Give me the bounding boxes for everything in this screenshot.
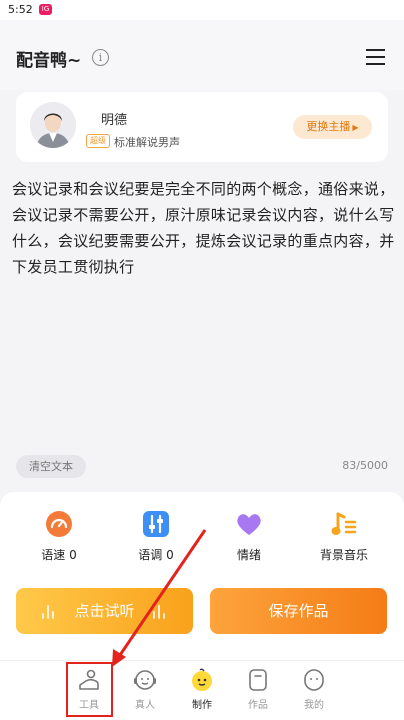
- tone-control[interactable]: 语调 0: [111, 510, 201, 563]
- app-title: 配音鸭~: [16, 51, 82, 71]
- voice-tier-badge: 超级: [86, 134, 110, 148]
- status-time: 5:52: [8, 3, 33, 16]
- clear-text-button[interactable]: 清空文本: [16, 455, 86, 478]
- text-editor[interactable]: 会议记录和会议纪要是完全不同的两个概念，通俗来说，会议记录不需要公开，原汁原味记…: [0, 162, 404, 492]
- voice-avatar: [30, 102, 76, 148]
- status-bar: 5:52 IG: [0, 0, 404, 20]
- speed-label: 语速 0: [41, 548, 77, 562]
- menu-icon[interactable]: [366, 49, 385, 65]
- tab-real-person[interactable]: 真人: [120, 667, 170, 711]
- tab-create[interactable]: 制作: [177, 667, 227, 711]
- info-icon[interactable]: i: [92, 49, 109, 66]
- heart-icon: [235, 510, 263, 538]
- duck-icon: [189, 667, 215, 693]
- profile-icon: [301, 667, 327, 693]
- tab-real-person-label: 真人: [135, 700, 155, 711]
- works-icon: [245, 667, 271, 693]
- play-triangle-icon: ▶: [352, 123, 359, 132]
- save-button[interactable]: 保存作品: [210, 588, 387, 634]
- background-music-control[interactable]: 背景音乐: [299, 510, 389, 563]
- voice-card[interactable]: 明德 超级 标准解说男声 更换主播 ▶: [16, 92, 388, 162]
- editor-text[interactable]: 会议记录和会议纪要是完全不同的两个概念，通俗来说，会议记录不需要公开，原汁原味记…: [12, 176, 396, 280]
- tab-profile[interactable]: 我的: [289, 667, 339, 711]
- annotation-highlight-box: [66, 662, 113, 717]
- speed-control[interactable]: 语速 0: [14, 510, 104, 563]
- preview-button[interactable]: 点击试听: [16, 588, 193, 634]
- tab-create-label: 制作: [192, 700, 212, 711]
- waveform-icon: [153, 603, 167, 619]
- tone-label: 语调 0: [138, 548, 174, 562]
- voice-description: 标准解说男声: [114, 136, 180, 149]
- waveform-icon: [42, 603, 56, 619]
- change-voice-label: 更换主播: [306, 120, 351, 133]
- tone-slider-icon: [142, 510, 170, 538]
- notification-badge: IG: [39, 4, 52, 15]
- control-panel: 语速 0 语调 0 情绪 背景音乐 点击试听 保存作品: [0, 492, 404, 660]
- voice-name: 明德: [101, 113, 128, 128]
- tab-works[interactable]: 作品: [233, 667, 283, 711]
- change-voice-button[interactable]: 更换主播 ▶: [293, 115, 372, 139]
- speed-gauge-icon: [45, 510, 73, 538]
- emotion-control[interactable]: 情绪: [204, 510, 294, 563]
- tab-works-label: 作品: [248, 700, 268, 711]
- tab-profile-label: 我的: [304, 700, 324, 711]
- char-count: 83/5000: [342, 459, 388, 472]
- app-header: 配音鸭~ i: [0, 20, 404, 90]
- bottom-tab-bar: 工具 真人 制作 作品 我的: [0, 660, 404, 720]
- emotion-label: 情绪: [236, 548, 261, 562]
- music-note-icon: [330, 510, 358, 538]
- background-music-label: 背景音乐: [319, 548, 368, 562]
- headset-icon: [132, 667, 158, 693]
- preview-label: 点击试听: [74, 602, 135, 620]
